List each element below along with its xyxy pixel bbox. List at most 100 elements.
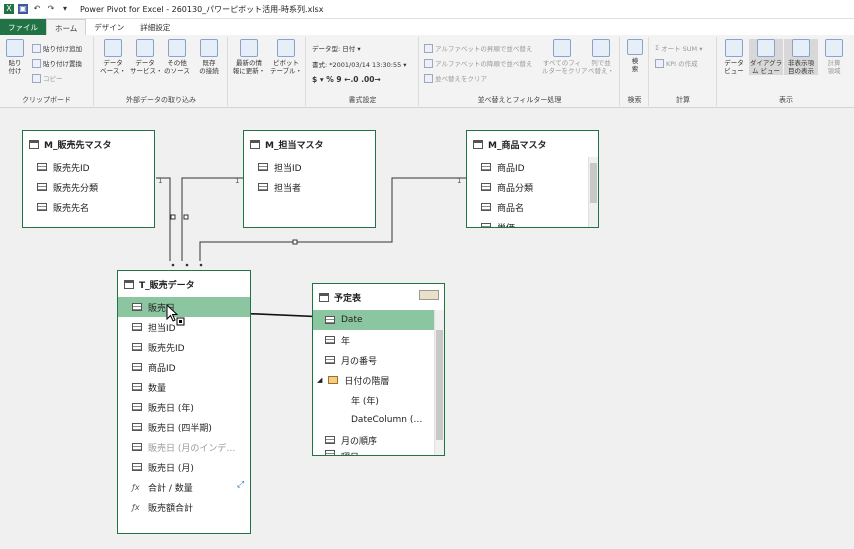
hierarchy-row[interactable]: ◢ 日付の階層 (313, 370, 444, 390)
redo-icon[interactable]: ↷ (46, 4, 56, 14)
pivot-table-label: ピボット テーブル・ (269, 59, 303, 75)
data-service-button[interactable]: データ サービス・ (130, 39, 163, 75)
tab-home[interactable]: ホーム (46, 19, 87, 35)
diagram-canvas[interactable]: 1 1 1 M_販売先マスタ 販売先ID 販売先分類 販売先名 M_担当マスタ … (0, 109, 854, 549)
tab-design[interactable]: デザイン (86, 19, 132, 35)
group-label-format: 書式設定 (348, 96, 377, 104)
table-header[interactable]: M_担当マスタ (244, 131, 375, 157)
paste-replace-button[interactable]: 貼り付け置換 (32, 58, 82, 68)
hierarchy-level-row[interactable]: 年 (年) (313, 390, 444, 410)
calc-area-button[interactable]: 計算 領域 (819, 39, 849, 75)
table-header[interactable]: 予定表 (313, 284, 444, 310)
existing-connection-icon (200, 39, 218, 57)
table-title: T_販売データ (139, 280, 195, 291)
sort-by-column-button[interactable]: 列で並 べ替え・ (584, 39, 618, 75)
column-row[interactable]: 月の番号 (313, 350, 444, 370)
column-row[interactable]: 販売日 (月) (118, 457, 250, 477)
group-label-calc: 計算 (676, 96, 690, 104)
column-row[interactable]: 販売日 (四半期) (118, 417, 250, 437)
column-icon (37, 163, 47, 171)
date-table-icon[interactable] (419, 290, 439, 300)
column-label: 月の番号 (341, 356, 378, 367)
column-row[interactable]: 販売先分類 (23, 177, 154, 197)
number-format-buttons[interactable]: $ ▾ % 9 ←.0 .00→ (312, 75, 381, 84)
save-icon[interactable]: ▣ (18, 4, 28, 14)
table-sales-master[interactable]: M_販売先マスタ 販売先ID 販売先分類 販売先名 (22, 130, 155, 228)
rel-marker-2 (183, 214, 189, 220)
paste-append-button[interactable]: 貼り付け追加 (32, 43, 82, 53)
group-label-sort: 並べ替えとフィルター処理 (477, 96, 562, 104)
other-source-label: その他 のソース (164, 59, 190, 75)
column-row[interactable]: 曜日 (313, 450, 444, 455)
column-row-hidden[interactable]: 販売日 (月のインデ… (118, 437, 250, 457)
pivot-table-button[interactable]: ピボット テーブル・ (269, 39, 303, 75)
kpi-button[interactable]: KPI の作成 (655, 58, 698, 68)
column-row[interactable]: 単価 (467, 217, 598, 227)
data-view-icon (725, 39, 743, 57)
tab-advanced[interactable]: 詳細設定 (132, 19, 178, 35)
column-row[interactable]: 商品分類 (467, 177, 598, 197)
clear-sort-button[interactable]: 並べ替えをクリア (424, 73, 487, 83)
copy-label: コピー (43, 75, 63, 83)
table-header[interactable]: M_販売先マスタ (23, 131, 154, 157)
scrollbar[interactable] (588, 157, 598, 227)
table-plan[interactable]: 予定表 Date 年 月の番号 ◢ 日付の階層 年 (年) DateColumn … (312, 283, 445, 456)
link-icon[interactable]: ⤢ (237, 480, 244, 490)
hierarchy-level-row[interactable]: DateColumn (… (313, 410, 444, 430)
column-icon (325, 450, 335, 455)
column-row-selected[interactable]: Date (313, 310, 444, 330)
table-header[interactable]: M_商品マスタ (467, 131, 598, 157)
column-row[interactable]: 販売先名 (23, 197, 154, 217)
column-row[interactable]: 販売日 (年) (118, 397, 250, 417)
column-row[interactable]: 販売先ID (118, 337, 250, 357)
clear-filter-button[interactable]: すべてのフィ ルターをクリア (542, 39, 588, 75)
find-button[interactable]: 検 索 (623, 39, 647, 73)
data-view-button[interactable]: データ ビュー (720, 39, 748, 75)
measure-row[interactable]: ƒx 販売額合計 (118, 497, 250, 517)
scrollbar-thumb[interactable] (436, 330, 443, 440)
table-staff-master[interactable]: M_担当マスタ 担当ID 担当者 (243, 130, 376, 228)
cardinality-one-2: 1 (235, 177, 240, 185)
customize-icon[interactable]: ▾ (60, 4, 70, 14)
copy-button[interactable]: コピー (32, 73, 63, 83)
scrollbar-thumb[interactable] (590, 163, 597, 203)
existing-connection-button[interactable]: 既存 の接続 (194, 39, 224, 75)
kpi-icon (655, 58, 664, 68)
column-row[interactable]: 商品名 (467, 197, 598, 217)
table-header[interactable]: T_販売データ (118, 271, 250, 297)
column-row[interactable]: 担当ID (244, 157, 375, 177)
show-hidden-button[interactable]: 非表示項 目の表示 (784, 39, 818, 75)
undo-icon[interactable]: ↶ (32, 4, 42, 14)
cardinality-one-3: 1 (457, 177, 462, 185)
scrollbar[interactable] (434, 310, 444, 455)
column-row[interactable]: 月の順序 (313, 430, 444, 450)
column-row[interactable]: 販売先ID (23, 157, 154, 177)
column-icon (132, 343, 142, 351)
column-label: 販売日 (年) (148, 403, 194, 414)
refresh-button[interactable]: 最新の情 報に更新・ (231, 39, 267, 75)
table-product-master[interactable]: M_商品マスタ 商品ID 商品分類 商品名 単価 (466, 130, 599, 228)
measure-row[interactable]: ƒx 合計 / 数量 (118, 477, 250, 497)
column-label: 年 (341, 336, 351, 347)
column-row[interactable]: 年 (313, 330, 444, 350)
paste-button[interactable]: 貼り 付け (4, 39, 26, 75)
sort-desc-button[interactable]: アルファベットの降順で並べ替え (424, 58, 532, 68)
measure-icon: ƒx (132, 502, 140, 512)
database-button[interactable]: データ ベース・ (98, 39, 128, 75)
calc-area-icon (825, 39, 843, 57)
column-icon (132, 303, 142, 311)
other-source-button[interactable]: その他 のソース (162, 39, 192, 75)
column-row[interactable]: 商品ID (467, 157, 598, 177)
datatype-dropdown[interactable]: データ型: 日付 ▾ (312, 43, 361, 53)
excel-icon[interactable]: X (4, 4, 14, 14)
column-row[interactable]: 担当者 (244, 177, 375, 197)
autosum-button[interactable]: Σ オート SUM ▾ (655, 43, 703, 53)
sort-asc-button[interactable]: アルファベットの昇順で並べ替え (424, 43, 532, 53)
column-row[interactable]: 数量 (118, 377, 250, 397)
column-row[interactable]: 商品ID (118, 357, 250, 377)
diagram-view-button[interactable]: ダイアグラ ム ビュー (749, 39, 783, 75)
format-dropdown[interactable]: 書式: *2001/03/14 13:30:55 ▾ (312, 59, 407, 69)
table-title: M_担当マスタ (265, 140, 324, 151)
tab-file[interactable]: ファイル (0, 19, 46, 35)
collapse-icon[interactable]: ◢ (317, 376, 322, 384)
